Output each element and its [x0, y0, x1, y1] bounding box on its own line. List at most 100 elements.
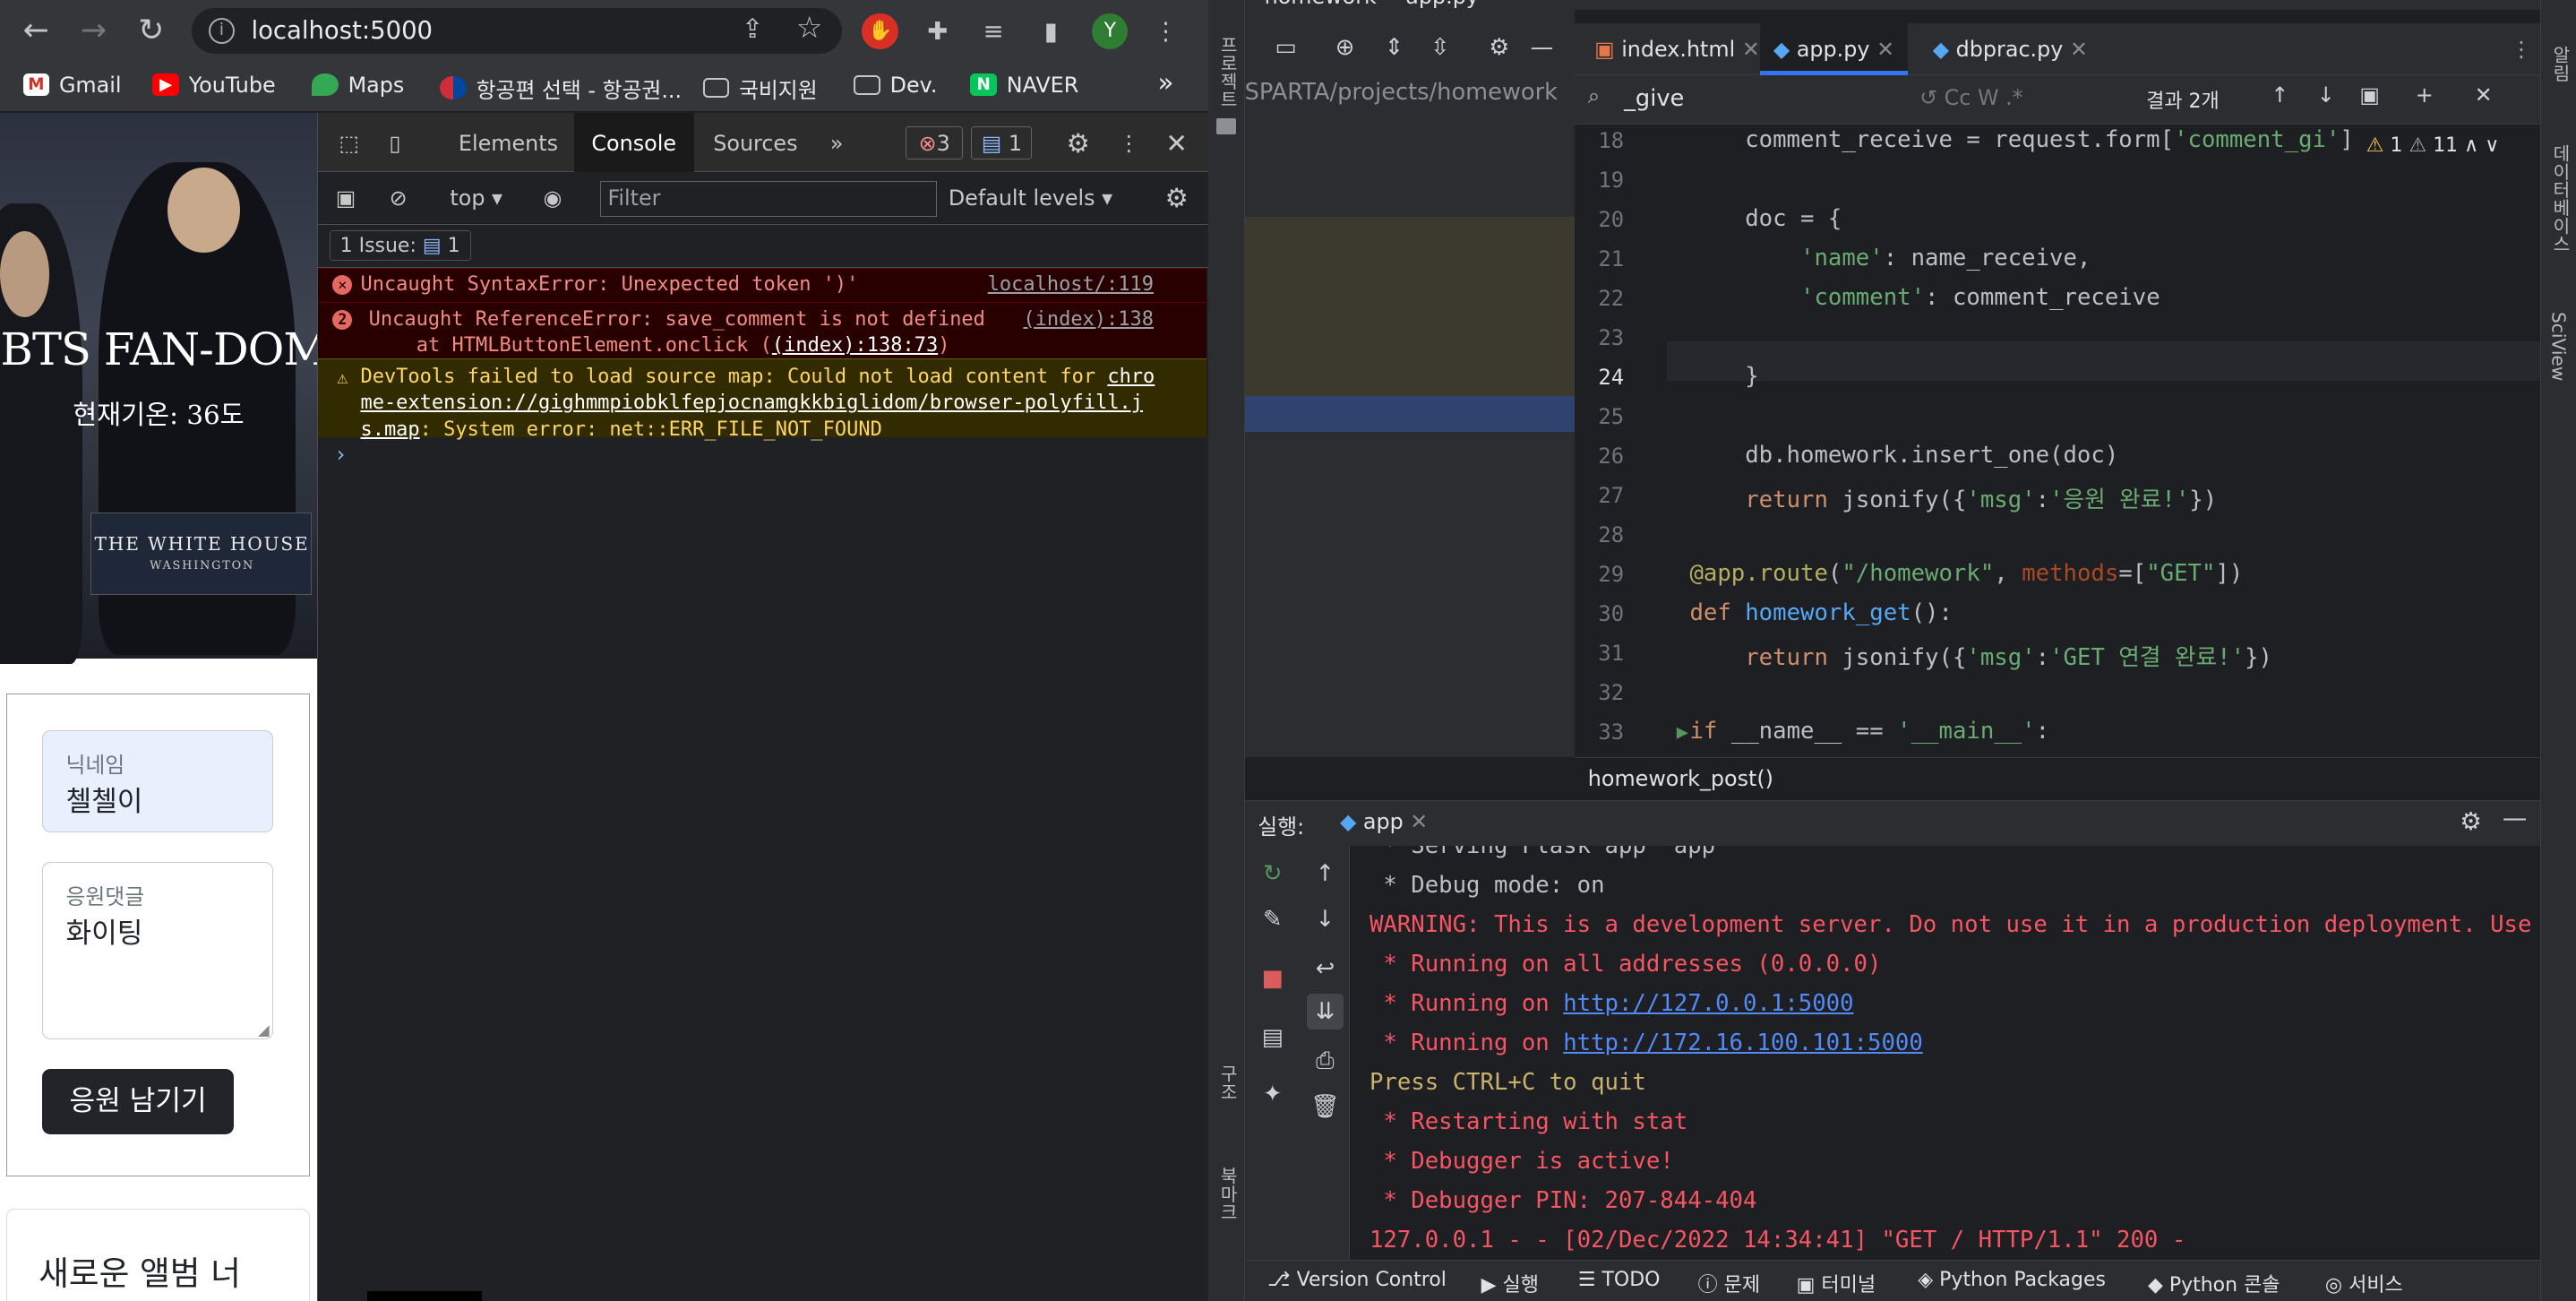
extension-adblock-icon[interactable]: ✋ — [862, 13, 898, 49]
prev-match-icon[interactable]: ↑ — [2271, 82, 2288, 108]
find-input[interactable]: _give — [1624, 85, 1684, 112]
panel-hide-icon[interactable]: — — [1524, 30, 1559, 65]
issues-button[interactable]: 1 Issue: ▤ 1 — [329, 229, 471, 262]
run-config-tab[interactable]: ◆ app ✕ — [1340, 809, 1428, 834]
run-console-output[interactable]: * Serving Flask app 'app' * Debug mode: … — [1349, 846, 2541, 1261]
scrollbar-thumb[interactable] — [366, 1290, 483, 1301]
console-filter-input[interactable]: Filter — [600, 180, 937, 217]
regex-options-icon[interactable]: ↺ Cc W .* — [1919, 85, 2022, 110]
terminal-tab[interactable]: ▣ 터미널 — [1797, 1269, 1876, 1297]
find-in-selection-icon[interactable]: ▣ — [2359, 82, 2380, 108]
bookmarks-overflow-icon[interactable]: » — [1157, 67, 1173, 98]
tab-dbprac-py[interactable]: ◆ dbprac.py ✕ — [1933, 23, 2088, 76]
code-line[interactable]: comment_receive = request.form['comment_… — [1689, 126, 2354, 153]
nickname-field[interactable]: 닉네임 첼첼이 — [41, 729, 274, 832]
line-number[interactable]: 24 — [1575, 365, 1624, 390]
back-icon[interactable]: ← — [14, 10, 57, 53]
sidebar-toggle-icon[interactable]: ▣ — [328, 172, 364, 225]
tab-console[interactable]: Console — [573, 113, 694, 173]
next-match-icon[interactable]: ↓ — [2317, 82, 2335, 108]
line-number[interactable]: 21 — [1575, 246, 1624, 271]
run-tool-tab[interactable]: ▶ 실행 — [1481, 1269, 1539, 1297]
console-settings-icon[interactable]: ⚙ — [1158, 172, 1194, 225]
console-url-link[interactable]: http://172.16.100.101:5000 — [1563, 1030, 1923, 1056]
bookmark-star-icon[interactable]: ☆ — [796, 10, 823, 45]
reload-icon[interactable]: ↻ — [130, 10, 173, 53]
python-console-tab[interactable]: ◆ Python 콘솔 — [2148, 1269, 2280, 1297]
line-number[interactable]: 27 — [1575, 483, 1624, 508]
line-number[interactable]: 20 — [1575, 207, 1624, 232]
project-tool-tab[interactable]: 프로젝트 — [1215, 36, 1241, 108]
tab-index-html[interactable]: ▣ index.html ✕ — [1594, 23, 1760, 76]
structure-tool-tab[interactable]: 구조 — [1215, 1064, 1241, 1100]
close-devtools-icon[interactable]: ✕ — [1158, 113, 1194, 172]
source-link[interactable]: (index):138 — [1023, 306, 1154, 332]
select-in-panel-icon[interactable]: ▭ — [1267, 30, 1303, 65]
code-line[interactable]: } — [1689, 363, 1758, 390]
line-number[interactable]: 18 — [1575, 128, 1624, 153]
bookmarks-tool-tab[interactable]: 북마크 — [1215, 1167, 1241, 1220]
source-link[interactable]: localhost/:119 — [988, 271, 1154, 297]
bookmark-naver[interactable]: N NAVER — [970, 73, 1078, 98]
line-number[interactable]: 31 — [1575, 641, 1624, 666]
line-number[interactable]: 23 — [1575, 325, 1624, 350]
close-find-icon[interactable]: ✕ — [2475, 82, 2493, 108]
code-line[interactable]: doc = { — [1689, 205, 1842, 232]
run-gutter-icon[interactable]: ▶ — [1677, 721, 1688, 744]
resize-handle-icon[interactable]: ◢ — [258, 1021, 270, 1038]
modify-config-icon[interactable]: ✎ — [1255, 901, 1291, 937]
context-select[interactable]: top ▾ — [439, 172, 512, 225]
media-queue-icon[interactable]: ≡ — [975, 13, 1011, 49]
code-line[interactable]: 'name': name_receive, — [1689, 245, 2091, 271]
add-occurrence-icon[interactable]: + — [2416, 82, 2434, 108]
stop-icon[interactable]: ■ — [1255, 961, 1291, 996]
tab-app-py[interactable]: ◆ app.py ✕ — [1760, 22, 1908, 76]
line-number[interactable]: 28 — [1575, 522, 1624, 547]
console-prompt-icon[interactable]: › — [334, 442, 347, 467]
scroll-up-icon[interactable]: ↑ — [1307, 856, 1343, 892]
run-hide-icon[interactable]: — — [2503, 804, 2527, 832]
more-tabs-icon[interactable]: » — [819, 113, 854, 172]
tree-selected-row[interactable] — [1244, 395, 1576, 433]
rerun-icon[interactable]: ↻ — [1255, 856, 1291, 892]
scroll-to-end-icon[interactable]: ⇊ — [1307, 994, 1344, 1030]
forward-icon[interactable]: → — [73, 10, 116, 53]
services-tab[interactable]: ◎ 서비스 — [2325, 1269, 2403, 1297]
line-number[interactable]: 19 — [1575, 168, 1624, 193]
pin-tab-icon[interactable]: ✦ — [1255, 1076, 1291, 1112]
submit-cheer-button[interactable]: 응원 남기기 — [41, 1068, 235, 1134]
database-tool-tab[interactable]: 데이터베이스 — [2547, 144, 2573, 253]
bookmark-flights[interactable]: 항공편 선택 - 항공권... — [440, 73, 682, 104]
devtools-menu-icon[interactable]: ⋮ — [1111, 113, 1146, 172]
sciview-tool-tab[interactable]: SciView — [2547, 312, 2569, 381]
close-tab-icon[interactable]: ✕ — [1742, 37, 1760, 62]
error-counter[interactable]: ⊗3 — [906, 126, 964, 159]
live-expression-eye-icon[interactable]: ◉ — [535, 172, 571, 225]
print-icon[interactable]: ⎙ — [1307, 1043, 1343, 1079]
tab-elements[interactable]: Elements — [442, 113, 574, 172]
inspect-element-icon[interactable]: ⬚ — [331, 113, 366, 172]
close-tab-icon[interactable]: ✕ — [1410, 809, 1428, 834]
notifications-tool-tab[interactable]: 알림 — [2547, 46, 2573, 82]
line-number[interactable]: 26 — [1575, 444, 1624, 469]
console-url-link[interactable]: http://127.0.0.1:5000 — [1563, 990, 1853, 1017]
code-line[interactable]: return jsonify({'msg':'응원 완료!'}) — [1689, 481, 2217, 514]
run-settings-icon[interactable]: ⚙ — [2460, 807, 2482, 836]
code-line[interactable]: def homework_get(): — [1689, 599, 1953, 626]
line-number[interactable]: 29 — [1575, 562, 1624, 587]
line-number[interactable]: 22 — [1575, 286, 1624, 311]
bookmark-gmail[interactable]: M Gmail — [22, 73, 122, 98]
project-path[interactable]: SPARTA/projects/homework — [1245, 79, 1558, 106]
version-control-tab[interactable]: ⎇ Version Control — [1267, 1269, 1447, 1291]
code-breadcrumb[interactable]: homework_post() — [1575, 757, 2541, 800]
device-toolbar-icon[interactable]: ▯ — [377, 113, 413, 172]
tab-menu-icon[interactable]: ⋮ — [2511, 23, 2532, 76]
locate-file-icon[interactable]: ⊕ — [1327, 30, 1362, 65]
close-tab-icon[interactable]: ✕ — [1876, 37, 1894, 62]
bookmark-folder-dev[interactable]: Dev. — [854, 73, 937, 98]
clear-all-icon[interactable]: 🗑 — [1307, 1089, 1343, 1124]
profile-avatar[interactable]: Y — [1092, 13, 1129, 49]
message-counter[interactable]: ▤ 1 — [971, 126, 1033, 159]
code-editor[interactable]: ⚠ 1 ⚠ 11 ∧ ∨ 18 comment_receive = reques… — [1575, 125, 2541, 758]
line-number[interactable]: 25 — [1575, 404, 1624, 429]
